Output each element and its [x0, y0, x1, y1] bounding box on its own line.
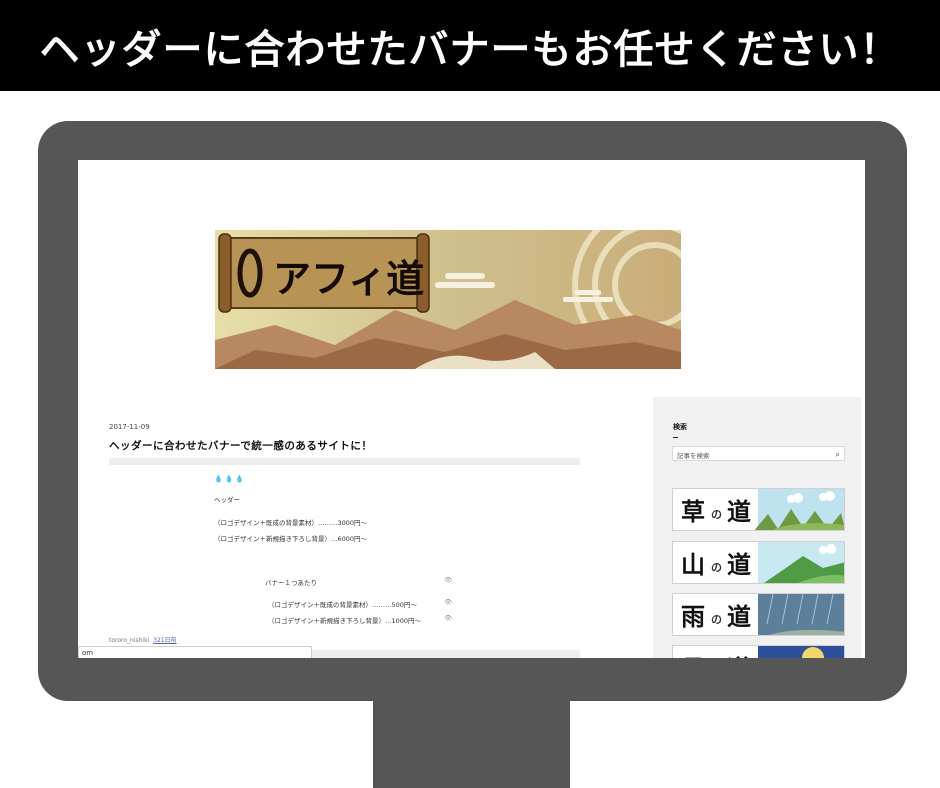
header-banner-illustration: アフィ道 — [215, 230, 681, 369]
sidebar-banner-yama[interactable]: 山 の 道 — [672, 541, 845, 584]
search-input[interactable]: 記事を検索 ⌕ — [672, 446, 845, 461]
sidebar-banner-ame[interactable]: 雨 の 道 — [672, 593, 845, 636]
browser-screen: アフィ道 2017-11-09 ヘッダーに合わせたバナーで統一感のあるサイトに！… — [78, 160, 865, 658]
sidebar-banner-kusa[interactable]: 草 の 道 — [672, 488, 845, 531]
author-link[interactable]: tororo_nishiki — [109, 637, 149, 644]
browser-status-bar: om — [78, 646, 312, 658]
price-line: （ロゴデザイン＋既成の背景素材）………500円〜 — [268, 601, 417, 609]
svg-text:の: の — [711, 561, 722, 574]
svg-text:道: 道 — [727, 550, 751, 579]
eye-icon: 👁 — [444, 576, 453, 584]
svg-text:道: 道 — [727, 497, 751, 526]
svg-text:道: 道 — [727, 654, 751, 658]
svg-text:草: 草 — [681, 497, 705, 526]
status-url: om — [82, 649, 94, 657]
price-line: （ロゴデザイン＋新規描き下ろし背景）…6000円〜 — [214, 535, 368, 543]
svg-text:道: 道 — [727, 602, 751, 631]
svg-text:の: の — [711, 613, 722, 626]
section-header-label: ヘッダー — [214, 496, 240, 504]
sidebar-banner-tsuki[interactable]: 月 の 道 — [672, 645, 845, 658]
monitor-stand — [373, 700, 570, 788]
headline-banner: ヘッダーに合わせたバナーもお任せください！ — [0, 0, 940, 91]
svg-text:月: 月 — [680, 654, 705, 658]
heading-underline — [673, 437, 678, 438]
svg-text:雨: 雨 — [681, 602, 705, 631]
eye-icon: 👁 — [444, 598, 453, 606]
eye-icon: 👁 — [444, 614, 453, 622]
svg-text:の: の — [711, 508, 722, 521]
headline-text: ヘッダーに合わせたバナーもお任せください！ — [39, 26, 901, 73]
divider — [109, 458, 580, 465]
divider — [311, 650, 580, 658]
price-line: （ロゴデザイン＋新規描き下ろし背景）…1000円〜 — [268, 617, 422, 625]
sidebar-search-heading: 検索 — [673, 423, 687, 431]
post-title[interactable]: ヘッダーに合わせたバナーで統一感のあるサイトに！ — [109, 438, 372, 453]
banner-section-label: バナー１つあたり — [265, 579, 317, 587]
search-placeholder: 記事を検索 — [677, 452, 710, 460]
post-date: 2017-11-09 — [109, 423, 150, 431]
post-meta: tororo_nishiki 321日前 — [109, 635, 177, 644]
post-age-link[interactable]: 321日前 — [153, 637, 176, 644]
logo-text: アフィ道 — [273, 256, 424, 301]
droplet-icons: 💧💧💧 — [214, 475, 247, 483]
price-line: （ロゴデザイン＋既成の背景素材）………3000円〜 — [214, 519, 368, 527]
site-header-banner[interactable]: アフィ道 — [215, 230, 681, 369]
svg-text:山: 山 — [681, 550, 705, 579]
search-icon[interactable]: ⌕ — [836, 450, 840, 460]
sidebar: 検索 記事を検索 ⌕ 草 の 道 山 の 道 雨 の 道 — [653, 397, 861, 658]
